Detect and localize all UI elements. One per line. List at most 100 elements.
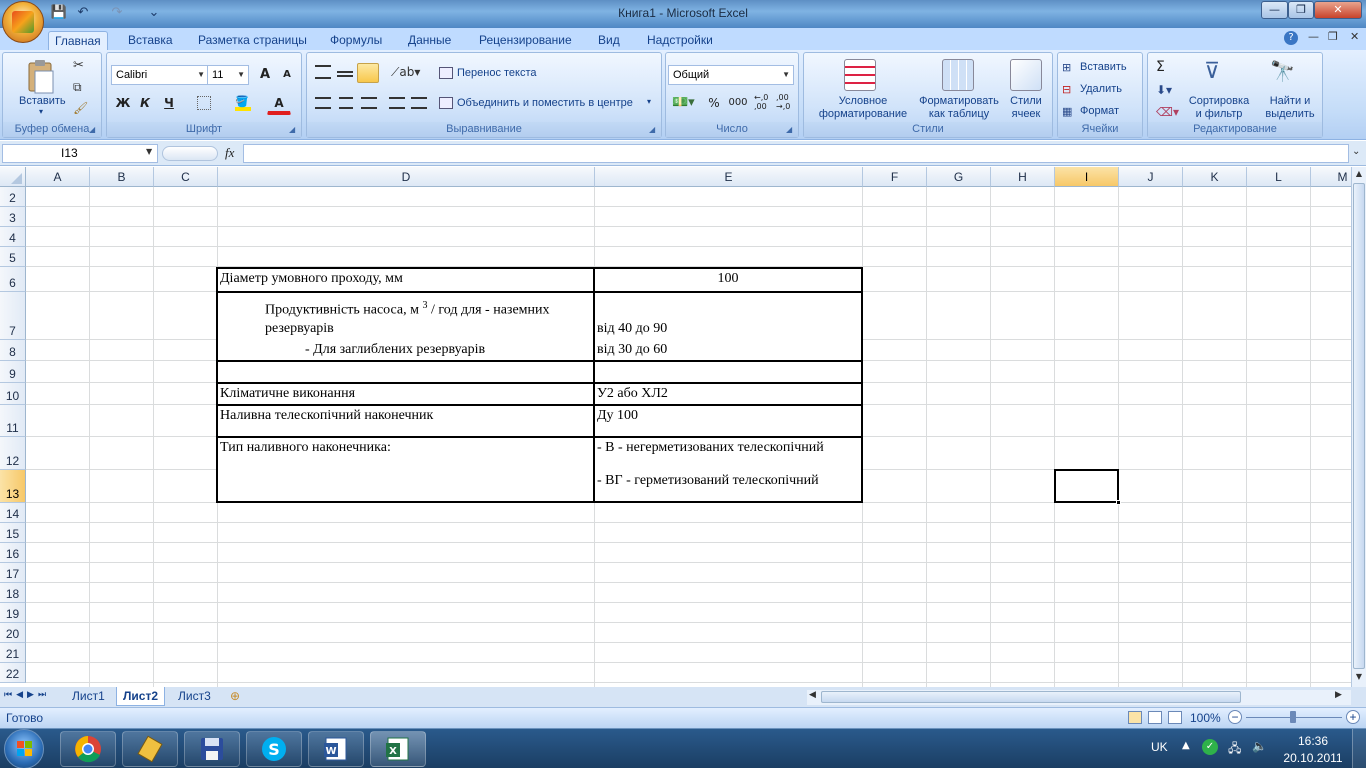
- underline-button[interactable]: Ч: [157, 93, 181, 113]
- cell-d7[interactable]: Продуктивність насоса, м 3 / год для - н…: [265, 300, 550, 319]
- row-header-14[interactable]: 14: [0, 503, 26, 523]
- row-header-3[interactable]: 3: [0, 207, 26, 227]
- sheet-tab-1[interactable]: Лист1: [66, 687, 111, 706]
- row-header-20[interactable]: 20: [0, 623, 26, 643]
- tab-review[interactable]: Рецензирование: [473, 31, 578, 50]
- align-middle-icon[interactable]: [337, 71, 353, 77]
- borders-icon[interactable]: [197, 96, 211, 110]
- formula-resize-handle[interactable]: [162, 146, 218, 161]
- format-painter-icon[interactable]: 🖌: [73, 101, 88, 115]
- taskbar-word[interactable]: W: [308, 731, 364, 767]
- taskbar-save-app[interactable]: [184, 731, 240, 767]
- row-header-10[interactable]: 10: [0, 383, 26, 405]
- row-header-8[interactable]: 8: [0, 340, 26, 361]
- insert-function-button[interactable]: fx: [225, 145, 234, 161]
- scroll-down-icon[interactable]: ▼: [1353, 672, 1365, 684]
- tab-formulas[interactable]: Формулы: [324, 31, 388, 50]
- percent-button[interactable]: %: [704, 93, 724, 113]
- tab-data[interactable]: Данные: [402, 31, 457, 50]
- column-header-g[interactable]: G: [927, 167, 991, 187]
- zoom-in-button[interactable]: +: [1346, 710, 1360, 724]
- page-layout-view-icon[interactable]: [1148, 711, 1162, 724]
- row-header-5[interactable]: 5: [0, 247, 26, 267]
- name-box[interactable]: I13: [2, 144, 158, 163]
- close-button[interactable]: ✕: [1314, 1, 1362, 19]
- column-header-i[interactable]: I: [1055, 167, 1119, 187]
- delete-cells-button[interactable]: Удалить: [1080, 83, 1122, 95]
- decrease-decimal-icon[interactable]: ,00 →,0: [776, 93, 790, 111]
- alignment-launcher-icon[interactable]: ◢: [649, 125, 659, 135]
- row-header-18[interactable]: 18: [0, 583, 26, 603]
- maximize-button[interactable]: ❐: [1288, 1, 1314, 19]
- conditional-format-button[interactable]: Условное форматирование: [808, 95, 918, 121]
- horizontal-scrollbar[interactable]: ◀ ▶: [807, 690, 1351, 705]
- column-header-k[interactable]: K: [1183, 167, 1247, 187]
- page-break-view-icon[interactable]: [1168, 711, 1182, 724]
- tray-expand-icon[interactable]: ▲: [1182, 740, 1190, 751]
- row-header-11[interactable]: 11: [0, 405, 26, 437]
- row-header-6[interactable]: 6: [0, 267, 26, 292]
- column-header-d[interactable]: D: [218, 167, 595, 187]
- customize-qat-icon[interactable]: ⌄: [145, 5, 163, 21]
- row-header-9[interactable]: 9: [0, 361, 26, 383]
- taskbar-excel[interactable]: X: [370, 731, 426, 767]
- font-name-select[interactable]: Calibri ▼: [111, 65, 209, 85]
- thousands-button[interactable]: 000: [726, 93, 750, 113]
- undo-icon[interactable]: ↶: [72, 5, 94, 21]
- fill-icon[interactable]: ⬇▾: [1156, 83, 1172, 97]
- column-header-h[interactable]: H: [991, 167, 1055, 187]
- cell-e12[interactable]: - В - негерметизованих телескопічний: [597, 440, 824, 456]
- zoom-slider-thumb[interactable]: [1290, 711, 1296, 723]
- number-format-select[interactable]: Общий ▼: [668, 65, 794, 85]
- cell-d10[interactable]: Кліматичне виконання: [220, 386, 355, 402]
- font-size-select[interactable]: 11 ▼: [207, 65, 249, 85]
- tab-view[interactable]: Вид: [592, 31, 626, 50]
- taskbar-tool-app[interactable]: [122, 731, 178, 767]
- increase-decimal-icon[interactable]: ←,0 ,00: [754, 93, 768, 111]
- formula-input[interactable]: [243, 144, 1349, 163]
- bold-button[interactable]: Ж: [113, 93, 133, 113]
- horizontal-scroll-thumb[interactable]: [821, 691, 1241, 703]
- office-button[interactable]: [2, 1, 44, 43]
- align-center-icon[interactable]: [339, 97, 353, 109]
- show-desktop-button[interactable]: [1352, 729, 1366, 768]
- sheet-nav-icons[interactable]: ⏮◀▶⏭: [4, 690, 50, 700]
- help-icon[interactable]: ?: [1284, 31, 1298, 45]
- security-check-icon[interactable]: ✓: [1202, 739, 1218, 755]
- column-header-b[interactable]: B: [90, 167, 154, 187]
- find-select-button[interactable]: Найти и выделить: [1258, 95, 1322, 121]
- row-header-17[interactable]: 17: [0, 563, 26, 583]
- row-header-19[interactable]: 19: [0, 603, 26, 623]
- format-cells-button[interactable]: Формат: [1080, 105, 1119, 117]
- orientation-icon[interactable]: ⟋ab▾: [391, 65, 420, 80]
- clock-time[interactable]: 16:36: [1286, 734, 1340, 748]
- name-box-dropdown-icon[interactable]: ▼: [146, 147, 152, 156]
- cell-styles-button[interactable]: Стили ячеек: [1004, 95, 1048, 121]
- cut-icon[interactable]: ✂: [73, 58, 84, 73]
- align-left-icon[interactable]: [315, 97, 331, 109]
- taskbar-chrome[interactable]: [60, 731, 116, 767]
- ribbon-restore-icon[interactable]: ❐: [1328, 30, 1338, 43]
- insert-sheet-icon[interactable]: ⊕: [230, 689, 240, 703]
- cell-d6[interactable]: Діаметр умовного проходу, мм: [220, 271, 403, 287]
- row-header-12[interactable]: 12: [0, 437, 26, 470]
- column-header-f[interactable]: F: [863, 167, 927, 187]
- cell-e8[interactable]: від 30 до 60: [597, 342, 667, 358]
- language-indicator[interactable]: UK: [1151, 740, 1168, 754]
- sort-filter-button[interactable]: Сортировка и фильтр: [1184, 95, 1254, 121]
- tab-insert[interactable]: Вставка: [122, 31, 179, 50]
- taskbar-skype[interactable]: S: [246, 731, 302, 767]
- cell-e6[interactable]: 100: [595, 271, 861, 287]
- cell-e11[interactable]: Ду 100: [597, 408, 638, 424]
- clipboard-launcher-icon[interactable]: ◢: [89, 125, 99, 135]
- font-launcher-icon[interactable]: ◢: [289, 125, 299, 135]
- ribbon-minimize-icon[interactable]: —: [1308, 30, 1319, 43]
- column-header-l[interactable]: L: [1247, 167, 1311, 187]
- minimize-button[interactable]: —: [1261, 1, 1288, 19]
- format-as-table-button[interactable]: Форматировать как таблицу: [914, 95, 1004, 121]
- cell-d11[interactable]: Наливна телескопічний наконечник: [220, 408, 433, 424]
- paste-icon[interactable]: [23, 59, 57, 95]
- fill-color-icon[interactable]: 🪣: [235, 95, 251, 111]
- tab-addins[interactable]: Надстройки: [641, 31, 719, 50]
- row-header-16[interactable]: 16: [0, 543, 26, 563]
